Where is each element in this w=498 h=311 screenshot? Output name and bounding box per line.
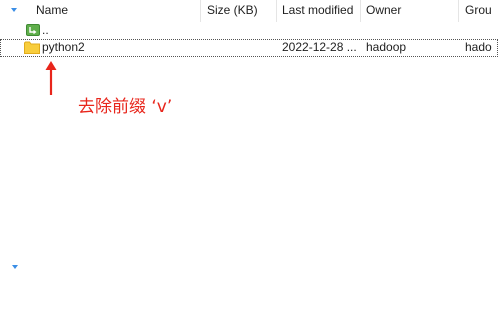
column-divider[interactable] bbox=[200, 0, 201, 22]
folder-icon bbox=[24, 41, 40, 54]
file-size bbox=[207, 39, 273, 57]
file-last-modified: 2022-12-28 ... bbox=[282, 40, 357, 54]
file-owner: hadoop bbox=[366, 40, 407, 54]
column-name-header[interactable]: Name bbox=[36, 0, 196, 22]
column-divider[interactable] bbox=[360, 0, 361, 22]
column-header: Name Size (KB) Last modified Owner Grou bbox=[0, 0, 498, 22]
file-group: hado bbox=[465, 40, 492, 54]
parent-folder-icon bbox=[26, 24, 40, 36]
list-item-parent[interactable]: .. bbox=[0, 22, 498, 40]
annotation-arrow-icon bbox=[45, 61, 57, 95]
file-name: .. bbox=[42, 23, 49, 37]
column-group-header[interactable]: Grou bbox=[465, 0, 498, 22]
list-item-python2[interactable]: python2 2022-12-28 ... hadoop hado bbox=[0, 39, 498, 57]
annotation-text: 去除前缀 ‘v’ bbox=[78, 97, 173, 117]
column-divider[interactable] bbox=[276, 0, 277, 22]
sort-indicator-icon[interactable] bbox=[11, 8, 17, 12]
column-owner-header[interactable]: Owner bbox=[366, 0, 456, 22]
file-list-panel: Name Size (KB) Last modified Owner Grou … bbox=[0, 0, 498, 311]
column-modified-header[interactable]: Last modified bbox=[282, 0, 358, 22]
chevron-down-icon[interactable] bbox=[12, 265, 18, 269]
column-divider[interactable] bbox=[458, 0, 459, 22]
file-name: python2 bbox=[42, 40, 85, 54]
column-size-header[interactable]: Size (KB) bbox=[207, 0, 273, 22]
